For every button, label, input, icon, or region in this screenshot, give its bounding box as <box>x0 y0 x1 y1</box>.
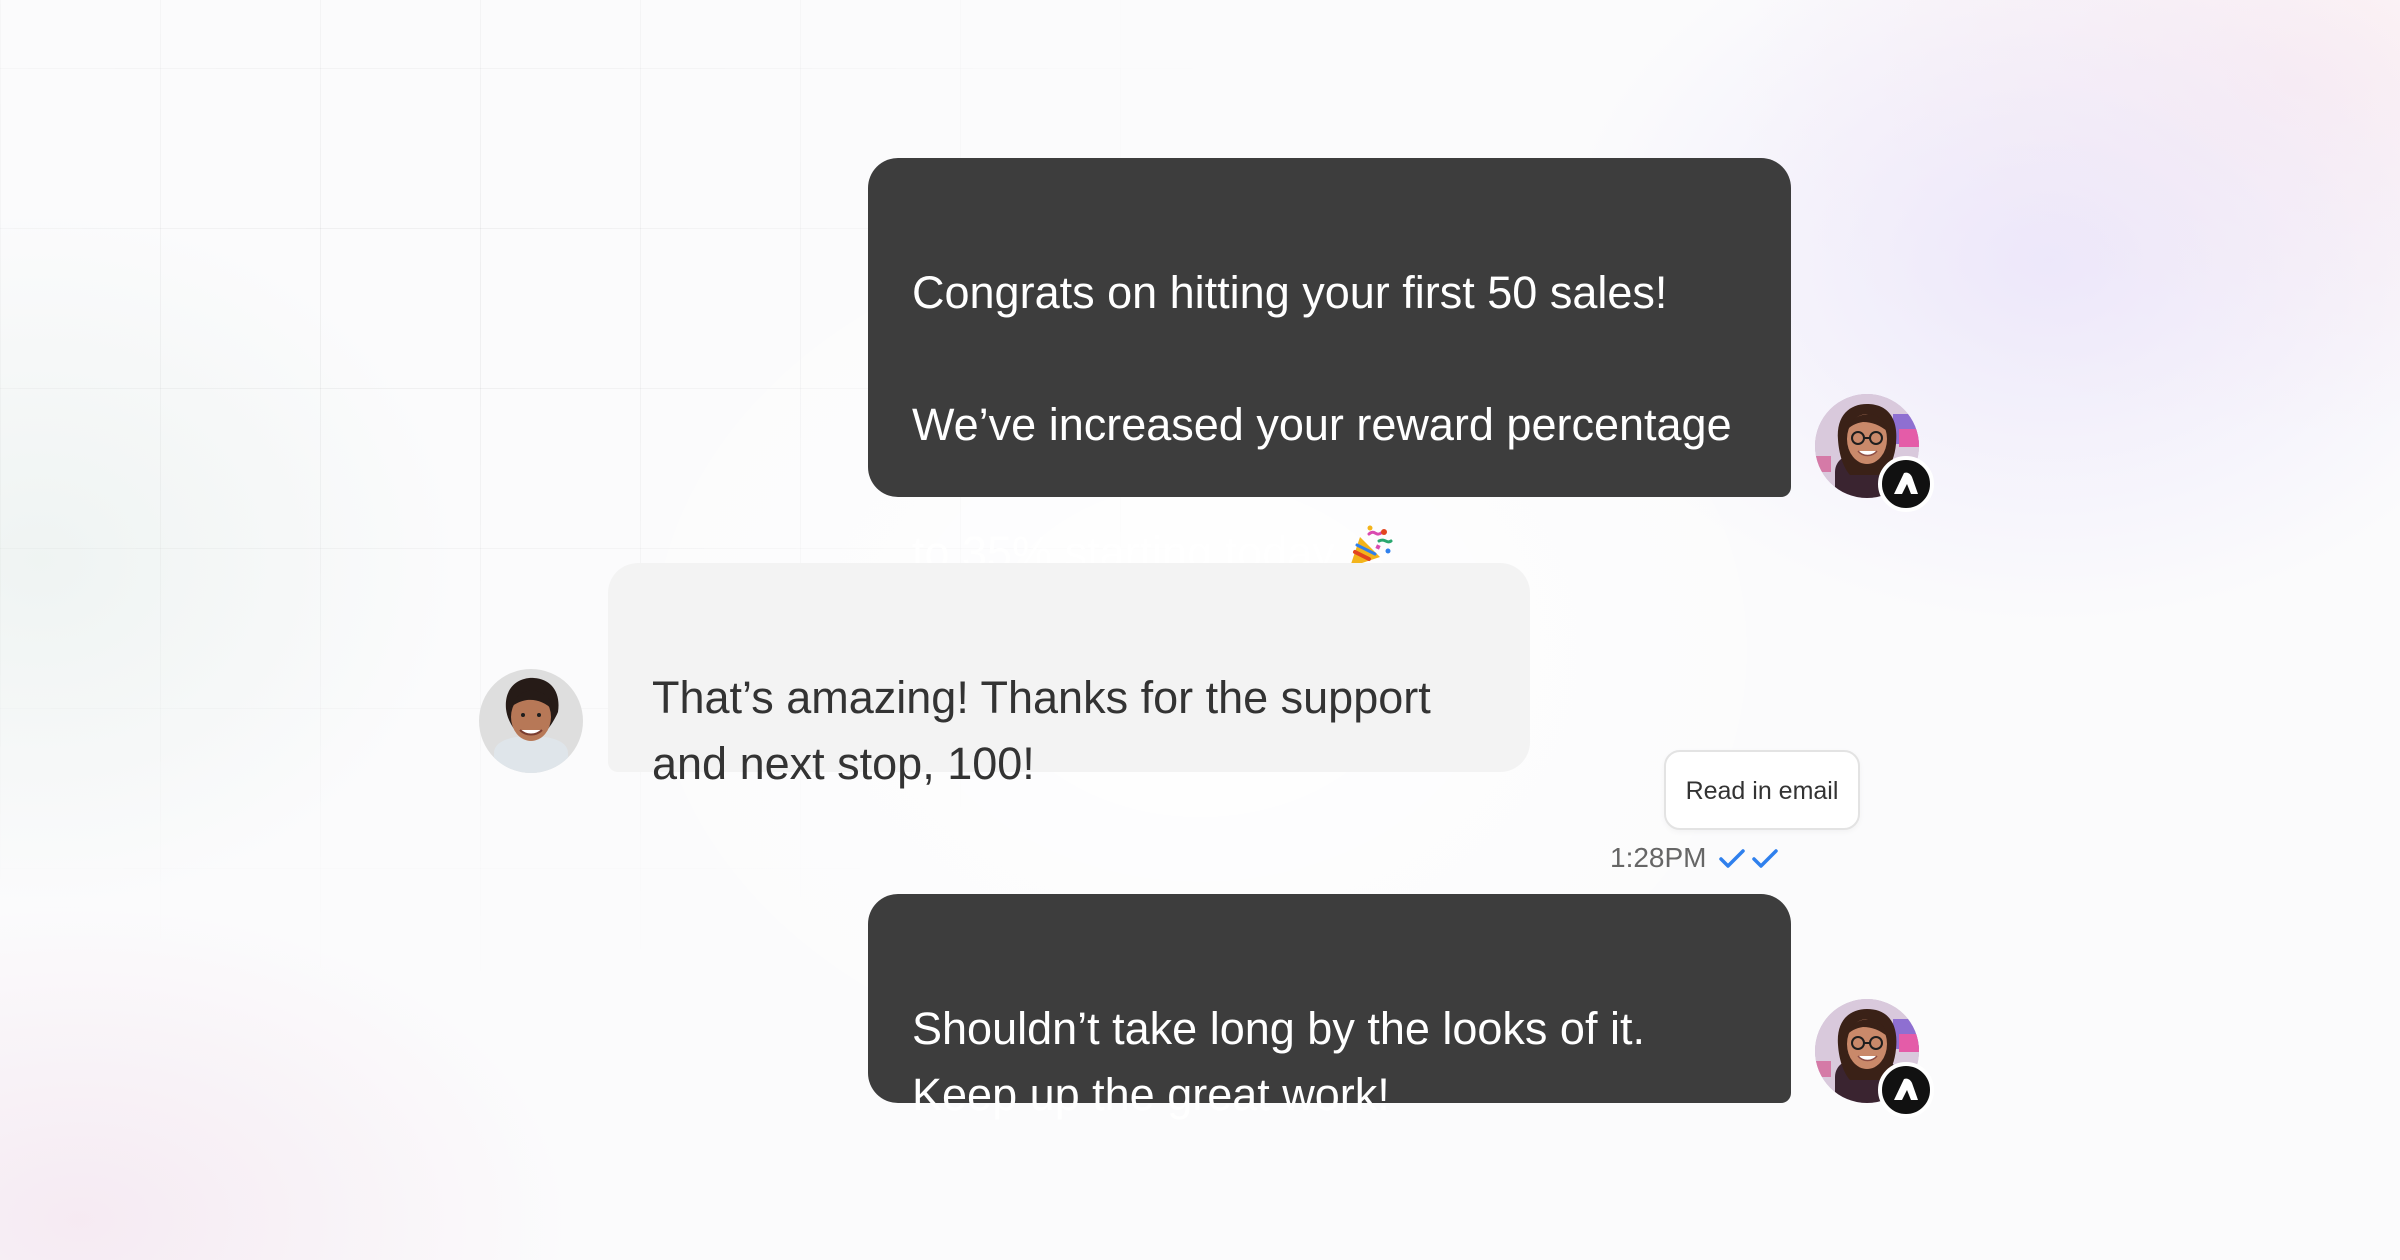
agent-message-bubble: Congrats on hitting your first 50 sales!… <box>868 158 1791 578</box>
party-popper-icon <box>1345 458 1393 567</box>
customer-message-text: That’s amazing! Thanks for the support a… <box>652 672 1431 789</box>
timestamp: 1:28PM <box>1610 842 1707 873</box>
brand-badge-icon <box>1878 456 1934 512</box>
agent-message-text: Shouldn’t take long by the looks of it. … <box>912 1003 1645 1120</box>
brand-badge-icon <box>1878 1062 1934 1118</box>
message-status: 1:28PM <box>1610 838 1781 878</box>
agent-message-bubble: Shouldn’t take long by the looks of it. … <box>868 894 1791 1120</box>
customer-avatar <box>479 669 583 773</box>
read-in-email-button[interactable]: Read in email <box>1664 750 1860 830</box>
double-check-icon <box>1718 849 1778 868</box>
customer-message-bubble: That’s amazing! Thanks for the support a… <box>608 563 1530 789</box>
